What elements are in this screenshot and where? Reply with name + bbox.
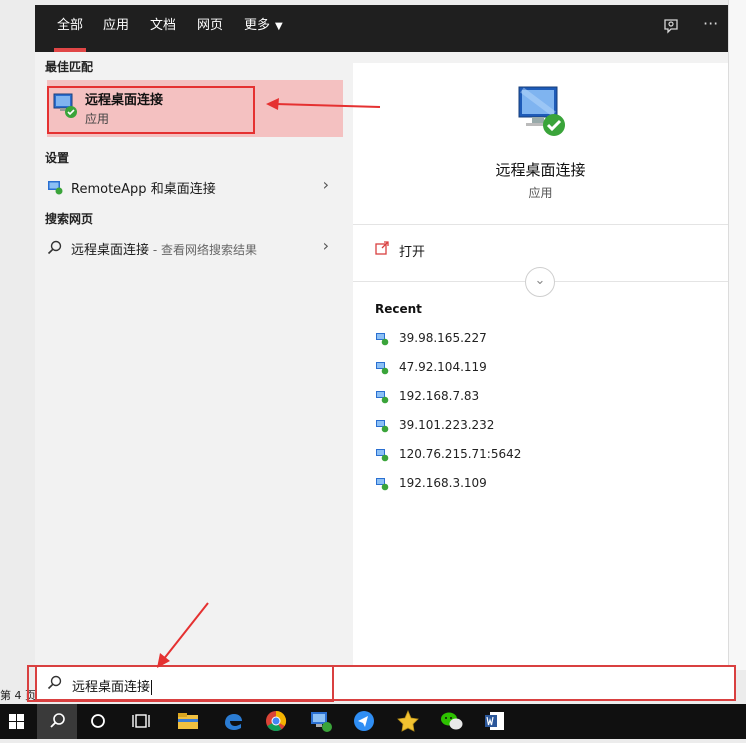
settings-result-remoteapp[interactable]: RemoteApp 和桌面连接 › <box>35 172 343 202</box>
tab-more-label: 更多 <box>244 18 271 33</box>
recent-connection-label: 120.76.215.71:5642 <box>399 447 522 461</box>
tab-more[interactable]: 更多 ▼ <box>244 5 283 52</box>
more-options-icon[interactable]: ··· <box>703 14 718 33</box>
wechat-icon[interactable] <box>432 704 472 739</box>
recent-heading: Recent <box>375 302 422 316</box>
tab-documents[interactable]: 文档 <box>150 5 176 52</box>
search-tab-bar: 全部 应用 文档 网页 更多 ▼ ··· <box>35 5 728 52</box>
open-action[interactable]: 打开 <box>353 228 728 270</box>
tab-web[interactable]: 网页 <box>197 5 223 52</box>
taskbar <box>0 704 746 739</box>
edge-browser-icon[interactable] <box>213 704 253 739</box>
web-heading: 搜索网页 <box>45 212 94 226</box>
remote-desktop-icon <box>375 448 389 466</box>
recent-connection-label: 47.92.104.119 <box>399 360 487 374</box>
chrome-icon[interactable] <box>256 704 296 739</box>
web-search-result[interactable]: 远程桌面连接 - 查看网络搜索结果 › <box>35 233 343 263</box>
recent-connection-label: 192.168.7.83 <box>399 389 480 403</box>
remote-desktop-icon <box>375 361 389 379</box>
remote-desktop-icon <box>375 390 389 408</box>
settings-heading: 设置 <box>45 151 70 165</box>
star-app-icon[interactable] <box>388 704 428 739</box>
remote-desktop-icon <box>375 332 389 350</box>
feishu-app-icon[interactable] <box>344 704 384 739</box>
recent-connection-label: 192.168.3.109 <box>399 476 487 490</box>
remote-desktop-taskbar-icon[interactable] <box>300 704 340 739</box>
remote-desktop-icon <box>375 477 389 495</box>
task-view-icon[interactable] <box>122 704 162 739</box>
settings-result-label: RemoteApp 和桌面连接 <box>71 182 216 197</box>
open-icon <box>375 241 389 259</box>
best-match-heading: 最佳匹配 <box>45 60 94 74</box>
background-document <box>728 0 746 670</box>
chevron-right-icon[interactable]: › <box>323 236 329 255</box>
web-result-text: 远程桌面连接 - 查看网络搜索结果 <box>71 239 257 258</box>
annotation-highlight-box <box>47 86 255 134</box>
recent-connection-label: 39.101.223.232 <box>399 418 495 432</box>
cortana-icon[interactable] <box>78 704 118 739</box>
preview-title: 远程桌面连接 <box>495 161 586 179</box>
remote-desktop-icon <box>375 419 389 437</box>
word-icon[interactable] <box>476 704 516 739</box>
divider <box>353 224 728 225</box>
chevron-down-icon: ▼ <box>275 21 283 32</box>
tab-all[interactable]: 全部 <box>53 5 87 52</box>
expand-chevron-icon[interactable]: ⌄ <box>525 267 555 297</box>
taskbar-search-icon[interactable] <box>37 704 77 739</box>
results-list: 最佳匹配 远程桌面连接 应用 设置 RemoteApp 和桌面连接 › 搜索网页… <box>35 52 343 665</box>
tab-apps[interactable]: 应用 <box>103 5 129 52</box>
preview-subtitle: 应用 <box>528 186 553 200</box>
annotation-highlight-box <box>27 665 334 702</box>
start-search-menu: 全部 应用 文档 网页 更多 ▼ ··· 最佳匹配 远程桌面连接 应用 设置 Re… <box>35 5 728 665</box>
web-result-query: 远程桌面连接 <box>71 243 150 258</box>
chevron-right-icon[interactable]: › <box>323 175 329 194</box>
recent-connection-label: 39.98.165.227 <box>399 331 487 345</box>
feedback-icon[interactable] <box>663 18 679 38</box>
file-explorer-icon[interactable] <box>168 704 208 739</box>
remoteapp-icon <box>47 179 63 199</box>
windows-start-icon[interactable] <box>0 704 40 739</box>
app-preview-pane: 远程桌面连接 应用 打开 ⌄ Recent 39.98.165.227 47.92… <box>353 63 728 665</box>
search-icon <box>47 240 62 259</box>
remote-desktop-large-icon <box>513 83 569 143</box>
open-label: 打开 <box>399 245 426 260</box>
web-result-hint: - 查看网络搜索结果 <box>149 243 257 257</box>
